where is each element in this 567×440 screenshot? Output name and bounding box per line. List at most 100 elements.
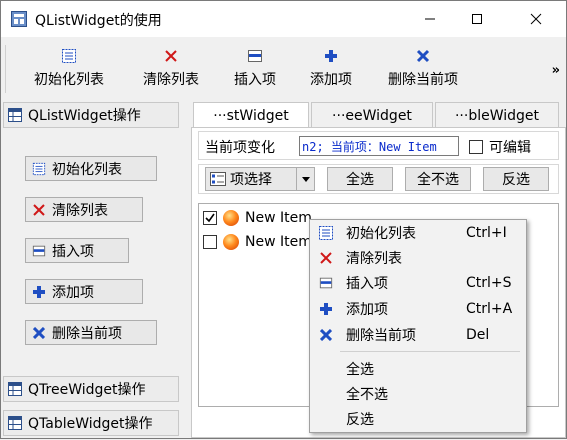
section-listwidget-label: QListWidget操作 <box>28 108 141 124</box>
tab-listwidget-label: ···stWidget <box>213 107 289 124</box>
clear-x-icon <box>33 203 45 216</box>
checklist-icon <box>210 172 226 186</box>
list-item-text: New Item <box>245 210 312 226</box>
section-treewidget-header[interactable]: QTreeWidget操作 <box>3 376 179 402</box>
menu-item-label: 全不选 <box>346 387 388 403</box>
toolbar-grip <box>5 45 6 93</box>
list-item-text: New Item <box>245 234 312 250</box>
toolbar-clear-list-button[interactable]: 清除列表 <box>133 43 209 95</box>
main-window: QListWidget的使用 初始化列表 清除列表 插入项 添加项 删除当前项 … <box>0 0 567 439</box>
current-item-group: 当前项变化 n2; 当前项：New Item 可编辑 <box>198 131 559 160</box>
menu-item-label: 删除当前项 <box>346 328 416 344</box>
insert-item-label: 插入项 <box>52 243 94 260</box>
minimize-icon <box>425 18 435 20</box>
menu-item-delete-item[interactable]: 删除当前项 Del <box>310 322 526 348</box>
menu-item-label: 清除列表 <box>346 251 402 267</box>
menu-item-shortcut: Del <box>466 327 490 343</box>
menu-item-label: 全选 <box>346 362 374 378</box>
list-item[interactable]: New Item <box>203 207 312 229</box>
menu-item-label: 初始化列表 <box>346 226 416 242</box>
toolbar-add-item-button[interactable]: 添加项 <box>301 43 361 95</box>
title-bar: QListWidget的使用 <box>1 1 566 37</box>
editable-checkbox[interactable]: 可编辑 <box>469 137 531 157</box>
clear-list-button[interactable]: 清除列表 <box>25 197 143 222</box>
add-plus-icon <box>320 303 332 315</box>
menu-item-select-none[interactable]: 全不选 <box>310 381 526 407</box>
section-tablewidget-label: QTableWidget操作 <box>28 416 153 432</box>
minimize-button[interactable] <box>407 1 453 37</box>
item-select-dropdown[interactable]: 项选择 <box>205 167 315 191</box>
current-item-field[interactable]: n2; 当前项：New Item <box>299 136 459 156</box>
editable-checkbox-box[interactable] <box>469 140 483 154</box>
select-none-button[interactable]: 全不选 <box>405 167 471 191</box>
tab-treewidget[interactable]: ···eeWidget <box>311 102 433 128</box>
section-listwidget-header[interactable]: QListWidget操作 <box>3 102 179 128</box>
init-list-button[interactable]: 初始化列表 <box>25 156 157 181</box>
tab-treewidget-label: ···eeWidget <box>332 107 412 124</box>
toolbar-add-item-label: 添加项 <box>310 72 352 88</box>
menu-item-label: 添加项 <box>346 302 388 318</box>
insert-item-icon <box>32 245 46 256</box>
init-list-icon <box>319 226 333 240</box>
clear-list-label: 清除列表 <box>52 202 108 219</box>
menu-item-init-list[interactable]: 初始化列表 Ctrl+I <box>310 220 526 246</box>
select-all-label: 全选 <box>346 172 374 188</box>
toolbar-delete-item-button[interactable]: 删除当前项 <box>377 43 469 95</box>
menu-item-label: 反选 <box>346 412 374 428</box>
tab-tablewidget[interactable]: ···bleWidget <box>435 102 559 128</box>
maximize-icon <box>472 14 482 24</box>
table-icon <box>8 416 22 430</box>
menu-separator <box>340 351 520 352</box>
delete-x-icon <box>33 326 45 339</box>
toolbox-panel: QListWidget操作 初始化列表 清除列表 插入项 添加项 删除当前项 Q… <box>1 100 191 440</box>
table-icon <box>8 382 22 396</box>
delete-x-icon <box>416 49 430 63</box>
menu-item-shortcut: Ctrl+S <box>466 275 512 291</box>
insert-item-button[interactable]: 插入项 <box>25 238 129 263</box>
invert-selection-label: 反选 <box>502 172 530 188</box>
toolbar-insert-item-button[interactable]: 插入项 <box>225 43 285 95</box>
tab-tablewidget-label: ···bleWidget <box>454 107 540 124</box>
menu-item-shortcut: Ctrl+I <box>466 225 507 241</box>
window-title: QListWidget的使用 <box>35 13 162 29</box>
menu-item-insert-item[interactable]: 插入项 Ctrl+S <box>310 270 526 296</box>
menu-item-select-all[interactable]: 全选 <box>310 356 526 382</box>
maximize-button[interactable] <box>454 1 500 37</box>
list-item-checkbox[interactable] <box>203 235 217 249</box>
menu-item-clear-list[interactable]: 清除列表 <box>310 245 526 271</box>
app-icon <box>11 11 27 27</box>
add-item-button[interactable]: 添加项 <box>25 279 143 304</box>
insert-item-icon <box>248 50 262 62</box>
menu-item-invert[interactable]: 反选 <box>310 406 526 432</box>
chevron-down-icon <box>296 168 314 190</box>
add-plus-icon <box>33 285 45 298</box>
close-button[interactable] <box>513 1 559 37</box>
list-item[interactable]: New Item <box>203 231 312 253</box>
insert-item-icon <box>319 277 333 289</box>
init-list-icon <box>32 162 46 175</box>
add-plus-icon <box>325 50 337 62</box>
toolbar-init-list-button[interactable]: 初始化列表 <box>23 43 115 95</box>
tab-listwidget[interactable]: ···stWidget <box>193 102 309 128</box>
selection-group: 项选择 全选 全不选 反选 <box>198 164 559 194</box>
select-all-button[interactable]: 全选 <box>327 167 393 191</box>
select-none-label: 全不选 <box>417 172 459 188</box>
delete-item-button[interactable]: 删除当前项 <box>25 320 157 345</box>
toolbar-delete-item-label: 删除当前项 <box>388 72 458 88</box>
menu-item-label: 插入项 <box>346 276 388 292</box>
init-list-icon <box>62 49 76 63</box>
table-icon <box>8 108 22 122</box>
close-icon <box>530 13 542 25</box>
main-toolbar: 初始化列表 清除列表 插入项 添加项 删除当前项 » <box>1 37 566 99</box>
editable-checkbox-label: 可编辑 <box>489 140 531 156</box>
menu-item-add-item[interactable]: 添加项 Ctrl+A <box>310 296 526 322</box>
toolbar-overflow-button[interactable]: » <box>552 63 560 78</box>
list-item-checkbox[interactable] <box>203 211 217 225</box>
item-ball-icon <box>223 210 239 226</box>
section-tablewidget-header[interactable]: QTableWidget操作 <box>3 410 179 436</box>
item-ball-icon <box>223 234 239 250</box>
delete-x-icon <box>320 329 332 341</box>
clear-x-icon <box>165 50 177 62</box>
section-treewidget-label: QTreeWidget操作 <box>28 382 146 398</box>
invert-selection-button[interactable]: 反选 <box>483 167 549 191</box>
